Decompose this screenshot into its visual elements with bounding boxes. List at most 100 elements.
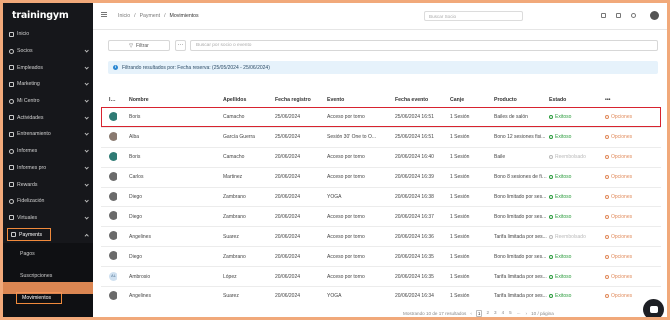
gear-icon bbox=[605, 254, 609, 259]
options-label: Opciones bbox=[611, 194, 633, 200]
column-header-img[interactable]: Img bbox=[101, 97, 117, 103]
check-circle-icon bbox=[549, 135, 553, 140]
sidebar-item-actividades[interactable]: Actividades bbox=[3, 109, 93, 126]
apellidos-cell: Suarez bbox=[223, 293, 239, 300]
notifications-icon[interactable] bbox=[616, 13, 621, 18]
page-button[interactable]: ... bbox=[516, 310, 522, 317]
sidebar-item-inicio[interactable]: Inicio bbox=[3, 26, 93, 43]
page-button-current[interactable]: 1 bbox=[475, 309, 483, 317]
column-header-apellidos[interactable]: Apellidos bbox=[221, 97, 273, 103]
column-header-fecha-registro[interactable]: Fecha registro bbox=[273, 97, 325, 103]
options-button[interactable]: Opciones bbox=[603, 194, 643, 200]
sidebar-item-informes[interactable]: Informes bbox=[3, 143, 93, 160]
producto-cell: Bailes de salón bbox=[494, 114, 528, 121]
check-circle-icon bbox=[549, 294, 553, 299]
producto-cell: Bono 8 sesiones de fisi... bbox=[494, 174, 547, 181]
column-header-fecha-evento[interactable]: Fecha evento bbox=[393, 97, 448, 103]
canje-cell: 1 Sesión bbox=[450, 134, 470, 141]
options-button[interactable]: Opciones bbox=[603, 114, 643, 120]
pagination-summary: Mostrando 10 de 17 resultados bbox=[403, 310, 467, 316]
sidebar-item-virtuales[interactable]: Virtuales bbox=[3, 210, 93, 227]
page-button[interactable]: 2 bbox=[485, 310, 490, 317]
submenu-item-pagos[interactable]: Pagos bbox=[3, 243, 93, 265]
options-label: Opciones bbox=[611, 213, 633, 220]
table-row[interactable]: Diego Zambrano 20/06/2024 Acceso por tor… bbox=[101, 246, 661, 266]
column-header-producto[interactable]: Producto bbox=[492, 97, 547, 103]
sidebar-item-socios[interactable]: Socios bbox=[3, 43, 93, 60]
prev-page-button[interactable]: ‹ bbox=[469, 311, 473, 316]
sidebar-item-empleados[interactable]: Empleados bbox=[3, 59, 93, 76]
fecha-registro-cell: 20/06/2024 bbox=[275, 293, 301, 300]
fecha-registro-cell: 25/06/2024 bbox=[275, 114, 301, 121]
column-header-estado[interactable]: Estado bbox=[547, 97, 603, 103]
column-header-evento[interactable]: Evento bbox=[325, 97, 393, 103]
apellidos-cell: Suarez bbox=[223, 233, 239, 240]
per-page-select[interactable]: 10 / página bbox=[531, 311, 554, 316]
table-row[interactable]: Diego Zambrano 20/06/2024 Acceso por tor… bbox=[101, 206, 661, 226]
chat-button[interactable] bbox=[643, 299, 664, 317]
table-row[interactable]: Diego Zambrano 20/06/2024 YOGA 20/06/202… bbox=[101, 186, 661, 207]
options-button[interactable]: Opciones bbox=[603, 293, 643, 299]
fecha-registro-cell: 20/06/2024 bbox=[275, 233, 301, 240]
home-icon bbox=[9, 31, 14, 37]
sidebar-item-marketing[interactable]: Marketing bbox=[3, 76, 93, 93]
sidebar-item-label: Informes pro bbox=[17, 164, 47, 171]
table-row[interactable]: Angelines Suarez 20/06/2024 Acceso por t… bbox=[101, 226, 661, 246]
gear-icon bbox=[605, 155, 609, 160]
options-button[interactable]: Opciones bbox=[603, 154, 643, 160]
avatar-cell bbox=[101, 211, 117, 222]
evento-cell: Acceso por torno bbox=[327, 154, 365, 161]
options-button[interactable]: Opciones bbox=[603, 174, 643, 180]
sidebar-item-entrenamiento[interactable]: Entrenamiento bbox=[3, 126, 93, 143]
sidebar-item-informes-pro[interactable]: Informes pro bbox=[3, 160, 93, 177]
sidebar-item-payments[interactable]: Payments bbox=[7, 228, 51, 242]
column-header-canje[interactable]: Canje bbox=[448, 97, 492, 103]
canje-cell: 1 Sesión bbox=[450, 154, 470, 161]
more-options-button[interactable]: ··· bbox=[175, 40, 186, 51]
table-row[interactable]: AL Ambrosio López 20/06/2024 Acceso por … bbox=[101, 266, 661, 286]
nombre-cell: Alba bbox=[129, 134, 140, 141]
table-row-highlighted[interactable]: Boris Camacho 25/06/2024 Acceso por torn… bbox=[101, 107, 661, 127]
status-badge: Exitoso bbox=[547, 194, 603, 200]
submenu-item-productos[interactable]: Productos bbox=[3, 309, 93, 318]
column-header-opciones[interactable]: ••• bbox=[603, 97, 643, 103]
options-button[interactable]: Opciones bbox=[603, 274, 643, 280]
calendar-icon[interactable] bbox=[601, 13, 606, 18]
table-row[interactable]: Carlos Martinez 20/06/2024 Acceso por to… bbox=[101, 166, 661, 187]
filter-button[interactable]: ▽ Filtrar bbox=[108, 40, 170, 51]
chevron-down-icon bbox=[84, 66, 88, 70]
producto-cell: Bono limitado por ses... bbox=[494, 194, 547, 200]
sidebar-item-label: Empleados bbox=[17, 64, 43, 71]
page-button[interactable]: 4 bbox=[501, 310, 506, 317]
menu-icon[interactable] bbox=[101, 12, 107, 19]
options-button[interactable]: Opciones bbox=[603, 214, 643, 220]
member-search-input[interactable]: Buscar Socio bbox=[424, 11, 523, 21]
nombre-cell: Boris bbox=[129, 154, 141, 161]
options-button[interactable]: Opciones bbox=[603, 254, 643, 260]
sidebar-item-mi-centro[interactable]: Mi Centro bbox=[3, 93, 93, 110]
user-avatar[interactable] bbox=[650, 11, 659, 20]
breadcrumb-payment[interactable]: Payment bbox=[140, 13, 160, 19]
avatar bbox=[109, 111, 117, 121]
table-row[interactable]: Angelines Suarez 20/06/2024 YOGA 20/06/2… bbox=[101, 286, 661, 306]
gift-icon bbox=[9, 182, 14, 188]
table-row[interactable]: Boris Camacho 20/06/2024 Acceso por torn… bbox=[101, 146, 661, 167]
sidebar-item-rewards[interactable]: Rewards bbox=[3, 176, 93, 193]
page-button[interactable]: 5 bbox=[508, 310, 513, 317]
chevron-up-icon bbox=[84, 232, 88, 236]
sidebar-item-fidelización[interactable]: Fidelización bbox=[3, 193, 93, 210]
chevron-down-icon bbox=[84, 99, 88, 103]
options-button[interactable]: Opciones bbox=[603, 234, 643, 240]
chevron-down-icon bbox=[84, 116, 88, 120]
options-button[interactable]: Opciones bbox=[603, 134, 643, 140]
next-page-button[interactable]: › bbox=[525, 311, 529, 316]
table-row[interactable]: Alba García Guerra 25/06/2024 Sesión 30'… bbox=[101, 126, 661, 147]
help-icon[interactable] bbox=[631, 13, 636, 18]
event-search-input[interactable]: Buscar por socio o evento bbox=[190, 40, 658, 51]
options-label: Opciones bbox=[611, 174, 633, 181]
avatar bbox=[109, 290, 117, 300]
breadcrumb-inicio[interactable]: Inicio bbox=[118, 13, 130, 19]
status-badge: Exitoso bbox=[547, 214, 603, 220]
column-header-nombre[interactable]: Nombre bbox=[117, 97, 221, 103]
page-button[interactable]: 3 bbox=[493, 310, 498, 317]
